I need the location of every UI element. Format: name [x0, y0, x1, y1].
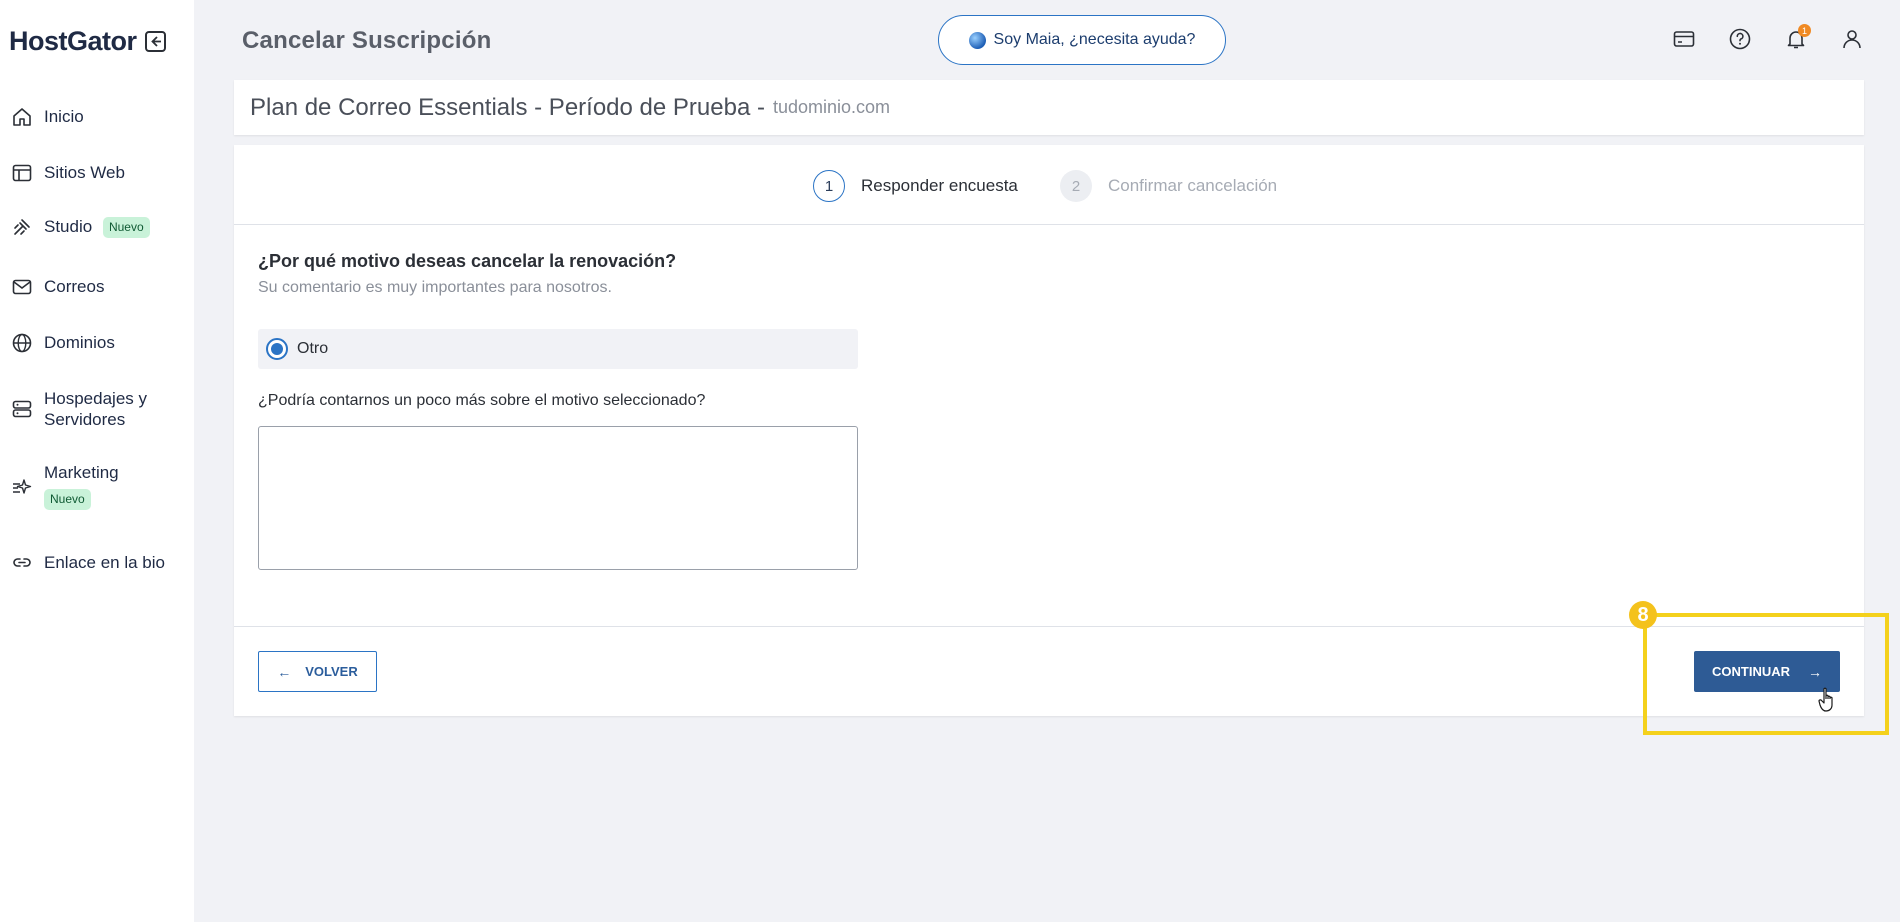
- assistant-label: Soy Maia, ¿necesita ayuda?: [993, 31, 1196, 48]
- hostgator-logo[interactable]: HostGator: [9, 26, 137, 57]
- cancel-survey-card: 1 Responder encuesta 2 Confirmar cancela…: [234, 145, 1864, 716]
- sidebar: HostGator Inicio Sitios Web Studio Nuevo: [0, 0, 194, 922]
- survey-subtext: Su comentario es muy importantes para no…: [258, 279, 612, 296]
- link-icon: [11, 552, 33, 574]
- home-icon: [11, 106, 33, 128]
- stepper: 1 Responder encuesta 2 Confirmar cancela…: [234, 145, 1864, 225]
- sidebar-item-label: Enlace en la bio: [44, 553, 165, 572]
- survey-question: ¿Por qué motivo deseas cancelar la renov…: [258, 251, 677, 271]
- sidebar-item-sitios-web[interactable]: Sitios Web: [0, 162, 194, 192]
- server-icon: [11, 398, 33, 420]
- sidebar-item-label: Inicio: [44, 107, 84, 126]
- plan-bar: Plan de Correo Essentials - Período de P…: [234, 80, 1864, 135]
- brand: HostGator: [9, 26, 166, 57]
- reason-option-otro[interactable]: Otro: [258, 329, 858, 369]
- step-number: 2: [1060, 170, 1092, 202]
- step-label: Responder encuesta: [861, 176, 1018, 195]
- sidebar-item-label: Studio: [44, 217, 93, 236]
- sidebar-item-label: Hospedajes y Servidores: [44, 389, 148, 429]
- maia-avatar-icon: [968, 31, 986, 49]
- sidebar-item-inicio[interactable]: Inicio: [0, 106, 194, 136]
- back-button[interactable]: ← VOLVER: [258, 651, 377, 692]
- sidebar-item-marketing[interactable]: Marketing Nuevo: [0, 462, 194, 518]
- sidebar-item-label: Sitios Web: [44, 163, 125, 182]
- plan-name: Plan de Correo Essentials - Período de P…: [250, 93, 765, 121]
- continue-label: CONTINUAR: [1712, 664, 1790, 679]
- sidebar-item-correos[interactable]: Correos: [0, 276, 194, 306]
- mail-icon: [11, 276, 33, 298]
- sparkles-icon: [11, 476, 33, 498]
- radio-selected-dot: [271, 343, 283, 355]
- sidebar-item-enlace-bio[interactable]: Enlace en la bio: [0, 552, 194, 582]
- sidebar-item-label: Marketing: [44, 463, 119, 482]
- comment-textarea[interactable]: [258, 426, 858, 570]
- notifications-bell-icon[interactable]: 1: [1783, 24, 1811, 52]
- radio-button[interactable]: [266, 338, 288, 360]
- sidebar-item-marketing-text: Marketing Nuevo: [44, 462, 119, 510]
- step-label: Confirmar cancelación: [1108, 176, 1278, 195]
- step-1: 1 Responder encuesta: [813, 170, 1018, 202]
- sidebar-item-studio-text: Studio Nuevo: [44, 216, 150, 239]
- notification-count-badge: 1: [1798, 24, 1811, 37]
- help-icon[interactable]: [1727, 26, 1753, 52]
- divider: [234, 626, 1864, 627]
- step-number: 1: [813, 170, 845, 202]
- page-title: Cancelar Suscripción: [242, 27, 492, 54]
- new-badge: Nuevo: [44, 489, 91, 510]
- comment-label: ¿Podría contarnos un poco más sobre el m…: [258, 392, 706, 409]
- globe-icon: [11, 332, 33, 354]
- back-label: VOLVER: [305, 664, 358, 679]
- sidebar-item-hospedajes[interactable]: Hospedajes y Servidores: [0, 388, 194, 434]
- billing-card-icon[interactable]: [1671, 26, 1697, 52]
- arrow-left-icon: ←: [277, 663, 292, 680]
- studio-icon: [11, 216, 33, 238]
- tutorial-step-badge: 8: [1629, 601, 1657, 629]
- collapse-sidebar-icon[interactable]: [144, 31, 166, 52]
- step-2: 2 Confirmar cancelación: [1060, 170, 1277, 202]
- assistant-button[interactable]: Soy Maia, ¿necesita ayuda?: [938, 15, 1226, 65]
- sidebar-item-label: Correos: [44, 277, 105, 296]
- new-badge: Nuevo: [102, 217, 150, 239]
- hand-pointer-cursor-icon: [1818, 687, 1833, 712]
- sidebar-item-dominios[interactable]: Dominios: [0, 332, 194, 362]
- plan-domain: tudominio.com: [772, 97, 891, 117]
- arrow-right-icon: →: [1808, 663, 1822, 680]
- layout-icon: [11, 162, 33, 184]
- sidebar-item-label: Dominios: [44, 333, 115, 352]
- continue-button[interactable]: CONTINUAR →: [1694, 651, 1840, 692]
- sidebar-item-studio[interactable]: Studio Nuevo: [0, 216, 194, 246]
- user-profile-icon[interactable]: [1839, 26, 1865, 52]
- radio-label: Otro: [297, 340, 329, 357]
